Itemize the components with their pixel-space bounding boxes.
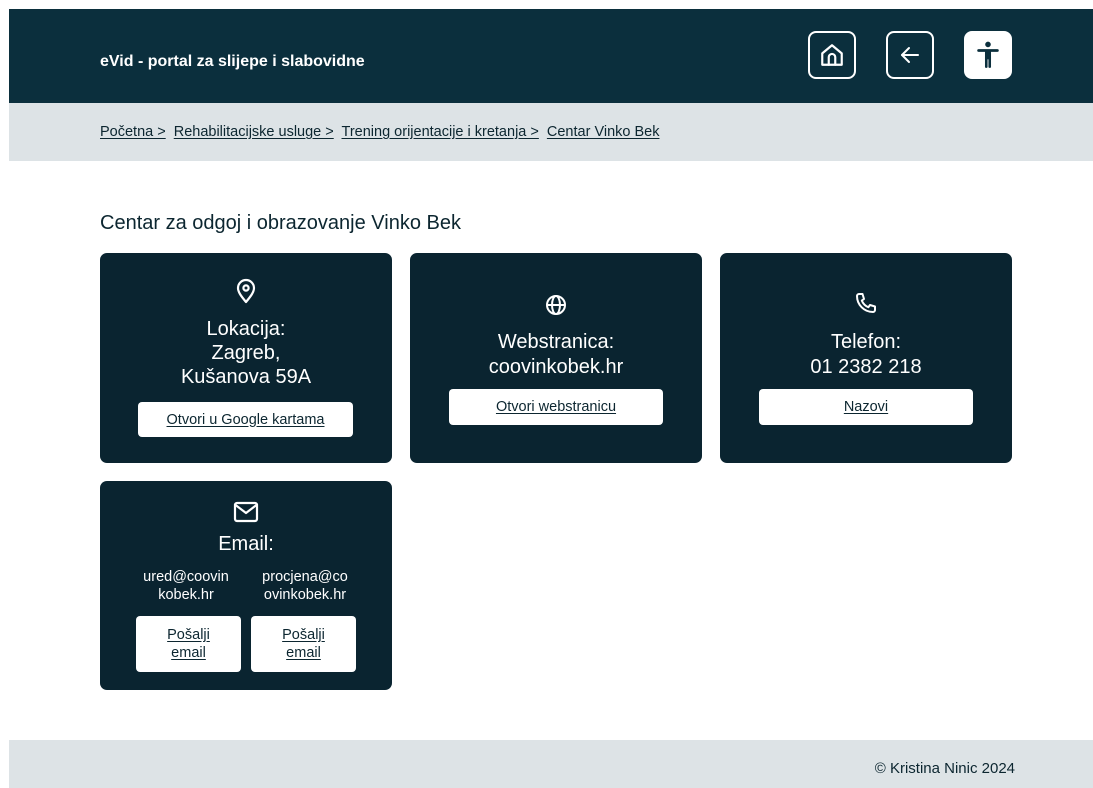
mail-icon <box>233 501 259 523</box>
globe-icon <box>546 295 566 315</box>
location-city: Zagreb, <box>211 342 281 364</box>
email-address-1: ured@coovin kobek.hr <box>143 569 229 603</box>
email-label: Email: <box>218 533 274 555</box>
home-icon <box>821 44 843 66</box>
site-footer: © Kristina Ninic 2024 <box>9 740 1093 788</box>
website-label: Webstranica: <box>497 331 615 353</box>
phone-number: 01 2382 218 <box>810 356 922 378</box>
breadcrumb-bar: Početna > Rehabilitacijske usluge > Tren… <box>9 103 1093 161</box>
phone-card: Telefon: 01 2382 218 Nazovi <box>720 253 1012 463</box>
breadcrumb-link-rehab[interactable]: Rehabilitacijske usluge > <box>174 124 334 140</box>
call-button[interactable]: Nazovi <box>759 389 973 425</box>
send-email-button-1[interactable]: Pošalji email <box>136 616 241 672</box>
home-button[interactable] <box>808 31 856 79</box>
open-website-button[interactable]: Otvori webstranicu <box>449 389 663 425</box>
website-url: coovinkobek.hr <box>488 356 624 378</box>
accessibility-icon <box>977 41 999 68</box>
location-street: Kušanova 59A <box>180 366 312 388</box>
breadcrumb: Početna > Rehabilitacijske usluge > Tren… <box>100 123 663 141</box>
phone-icon <box>856 293 876 313</box>
location-label: Lokacija: <box>206 318 286 340</box>
send-email-button-2[interactable]: Pošalji email <box>251 616 356 672</box>
email-card: Email: ured@coovin kobek.hr procjena@co … <box>100 481 392 690</box>
open-maps-button[interactable]: Otvori u Google kartama <box>138 402 353 437</box>
copyright: © Kristina Ninic 2024 <box>874 760 1015 777</box>
breadcrumb-link-home[interactable]: Početna > <box>100 124 166 140</box>
email-address-2: procjena@co ovinkobek.hr <box>262 569 348 603</box>
site-header: eVid - portal za slijepe i slabovidne <box>9 9 1093 103</box>
arrow-left-icon <box>901 47 919 63</box>
site-title: eVid - portal za slijepe i slabovidne <box>100 53 365 70</box>
breadcrumb-link-current[interactable]: Centar Vinko Bek <box>547 124 660 140</box>
phone-label: Telefon: <box>830 331 902 353</box>
back-button[interactable] <box>886 31 934 79</box>
website-card: Webstranica: coovinkobek.hr Otvori webst… <box>410 253 702 463</box>
location-pin-icon <box>236 278 256 304</box>
page-title: Centar za odgoj i obrazovanje Vinko Bek <box>100 212 461 234</box>
breadcrumb-link-training[interactable]: Trening orijentacije i kretanja > <box>342 124 539 140</box>
accessibility-button[interactable] <box>964 31 1012 79</box>
location-card: Lokacija: Zagreb, Kušanova 59A Otvori u … <box>100 253 392 463</box>
